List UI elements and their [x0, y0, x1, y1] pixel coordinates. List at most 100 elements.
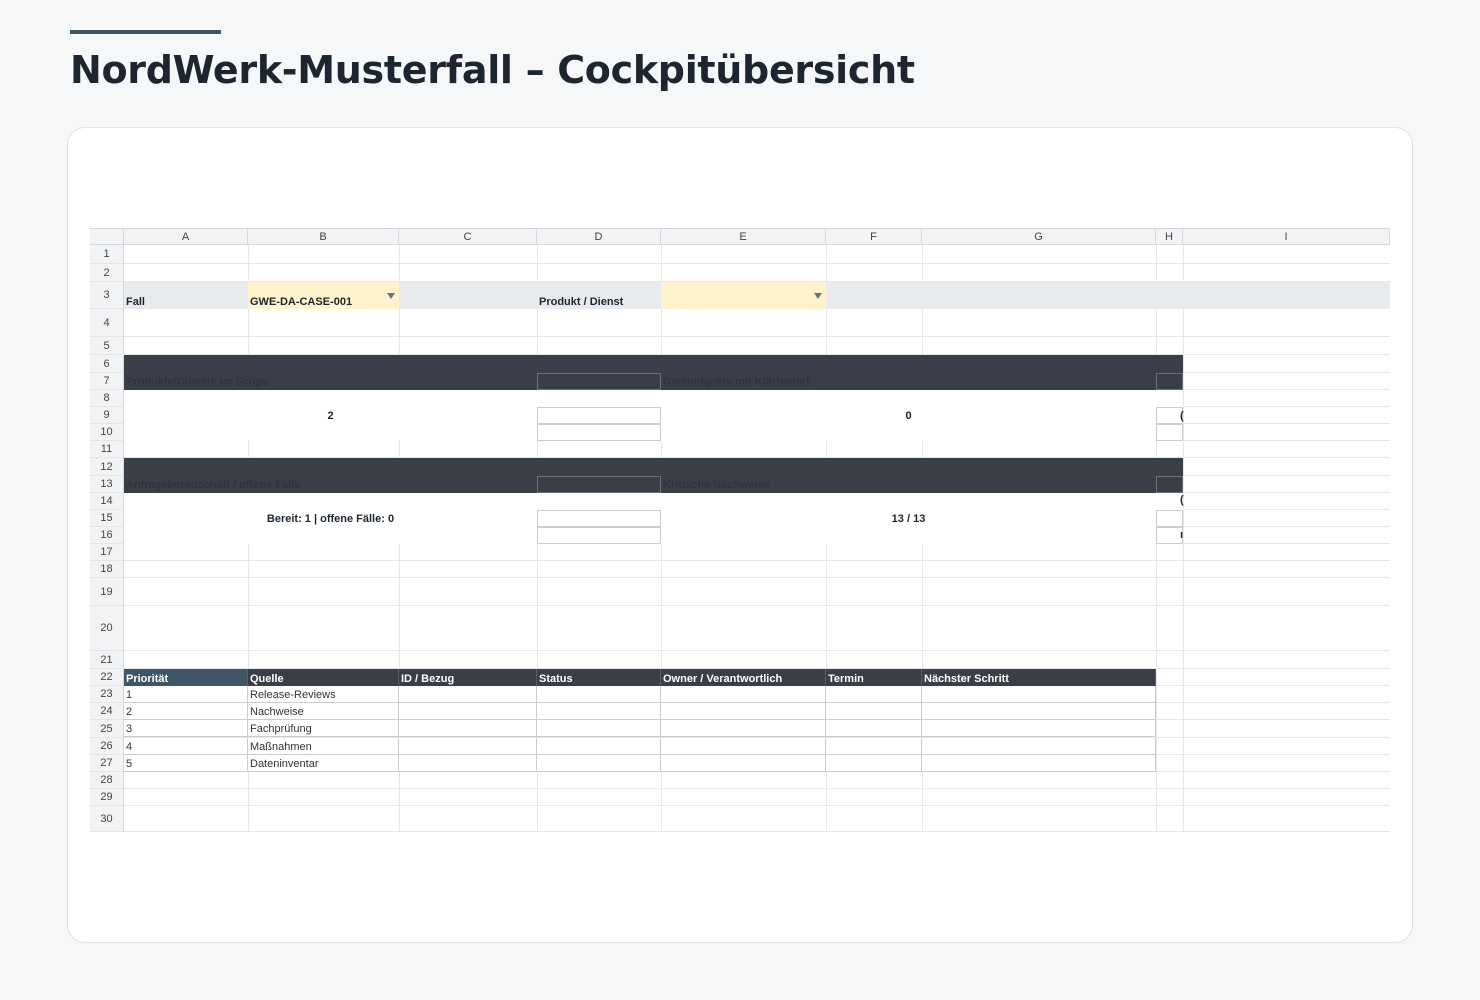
row-header-3[interactable]: 3 — [90, 282, 124, 309]
case-select[interactable]: GWE-DA-CASE-001 — [248, 282, 399, 309]
table-cell[interactable] — [537, 686, 661, 703]
table-cell[interactable] — [399, 720, 537, 737]
row-header-30[interactable]: 30 — [90, 806, 124, 832]
row-header-27[interactable]: 27 — [90, 755, 124, 772]
column-header-d[interactable]: D — [537, 228, 661, 245]
table-cell[interactable] — [399, 755, 537, 772]
table-cell[interactable]: Release-Reviews — [248, 686, 399, 703]
table-cell[interactable] — [661, 755, 826, 772]
kpi-frame-left — [537, 373, 661, 390]
table-cell[interactable]: Maßnahmen — [248, 738, 399, 755]
row-header-10[interactable]: 10 — [90, 424, 124, 441]
table-cell[interactable] — [922, 720, 1156, 737]
row-header-18[interactable]: 18 — [90, 561, 124, 578]
row-header-23[interactable]: 23 — [90, 686, 124, 703]
table-cell[interactable] — [661, 686, 826, 703]
table-cell[interactable] — [826, 686, 922, 703]
table-cell[interactable]: Nachweise — [248, 703, 399, 720]
kpi-value: Bereit: 1 | offene Fälle: 0 — [266, 513, 395, 525]
column-header-b[interactable]: B — [248, 228, 399, 245]
row-gridline — [124, 577, 1390, 578]
table-header-cell[interactable]: Termin — [826, 669, 922, 686]
column-header-a[interactable]: A — [124, 228, 248, 245]
row-header-2[interactable]: 2 — [90, 264, 124, 282]
table-cell[interactable] — [826, 720, 922, 737]
clipped-value-h16: ı — [1180, 529, 1184, 541]
table-header-cell[interactable]: Status — [537, 669, 661, 686]
column-header-f[interactable]: F — [826, 228, 922, 245]
kpi-frame-right — [1156, 476, 1183, 493]
row-header-16[interactable]: 16 — [90, 527, 124, 544]
product-select[interactable] — [661, 282, 826, 309]
table-header-cell[interactable]: Owner / Verantwortlich — [661, 669, 826, 686]
row-header-9[interactable]: 9 — [90, 407, 124, 424]
row-header-14[interactable]: 14 — [90, 493, 124, 510]
kpi-frame-left — [537, 476, 661, 493]
table-cell[interactable] — [399, 703, 537, 720]
row-gridline — [124, 831, 1390, 832]
table-cell[interactable]: Dateninventar — [248, 755, 399, 772]
table-cell[interactable]: 3 — [124, 720, 248, 737]
table-cell[interactable] — [922, 755, 1156, 772]
row-header-13[interactable]: 13 — [90, 476, 124, 493]
table-cell[interactable] — [661, 703, 826, 720]
chevron-down-icon[interactable] — [814, 293, 822, 299]
row-header-25[interactable]: 25 — [90, 720, 124, 738]
row-header-26[interactable]: 26 — [90, 738, 124, 755]
row-header-24[interactable]: 24 — [90, 703, 124, 720]
table-cell[interactable] — [922, 703, 1156, 720]
page-title: NordWerk-Musterfall – Cockpitübersicht — [70, 48, 915, 92]
row-gridline — [124, 788, 1390, 789]
chevron-down-icon[interactable] — [387, 293, 395, 299]
row-header-12[interactable]: 12 — [90, 458, 124, 476]
row-header-11[interactable]: 11 — [90, 441, 124, 458]
table-cell[interactable] — [922, 686, 1156, 703]
table-cell[interactable] — [826, 738, 922, 755]
case-label: Fall — [126, 296, 145, 308]
sheet-corner[interactable] — [90, 228, 124, 245]
table-cell[interactable] — [537, 703, 661, 720]
table-cell[interactable]: 5 — [124, 755, 248, 772]
row-header-1[interactable]: 1 — [90, 245, 124, 264]
row-header-19[interactable]: 19 — [90, 578, 124, 606]
table-cell[interactable] — [922, 738, 1156, 755]
column-header-c[interactable]: C — [399, 228, 537, 245]
table-cell[interactable]: 2 — [124, 703, 248, 720]
table-cell[interactable] — [661, 738, 826, 755]
table-cell[interactable] — [661, 720, 826, 737]
kpi-value-frame — [537, 424, 661, 441]
table-header-cell[interactable]: Nächster Schritt — [922, 669, 1156, 686]
table-cell[interactable]: 1 — [124, 686, 248, 703]
kpi-title: Datenobjekte mit Klärbedarf — [663, 376, 810, 388]
row-header-8[interactable]: 8 — [90, 390, 124, 407]
row-header-7[interactable]: 7 — [90, 373, 124, 390]
table-cell[interactable] — [537, 738, 661, 755]
table-cell[interactable]: 4 — [124, 738, 248, 755]
table-cell[interactable]: Fachprüfung — [248, 720, 399, 737]
row-header-22[interactable]: 22 — [90, 669, 124, 686]
table-cell[interactable] — [537, 720, 661, 737]
row-header-6[interactable]: 6 — [90, 355, 124, 373]
column-header-h[interactable]: H — [1156, 228, 1183, 245]
table-header-cell[interactable]: Quelle — [248, 669, 399, 686]
row-header-5[interactable]: 5 — [90, 337, 124, 355]
table-cell[interactable] — [537, 755, 661, 772]
column-header-e[interactable]: E — [661, 228, 826, 245]
row-header-29[interactable]: 29 — [90, 789, 124, 806]
row-header-21[interactable]: 21 — [90, 651, 124, 669]
table-header-cell[interactable]: Priorität — [124, 669, 248, 686]
table-cell[interactable] — [826, 755, 922, 772]
row-header-20[interactable]: 20 — [90, 606, 124, 651]
column-header-g[interactable]: G — [922, 228, 1156, 245]
kpi-title: Produkte/Dienste im Scope — [126, 376, 269, 388]
row-header-15[interactable]: 15 — [90, 510, 124, 527]
table-header-cell[interactable]: ID / Bezug — [399, 669, 537, 686]
column-header-i[interactable]: I — [1183, 228, 1390, 245]
row-gridline — [124, 560, 1390, 561]
table-cell[interactable] — [399, 738, 537, 755]
table-cell[interactable] — [399, 686, 537, 703]
row-header-17[interactable]: 17 — [90, 544, 124, 561]
row-header-28[interactable]: 28 — [90, 772, 124, 789]
row-header-4[interactable]: 4 — [90, 309, 124, 337]
table-cell[interactable] — [826, 703, 922, 720]
